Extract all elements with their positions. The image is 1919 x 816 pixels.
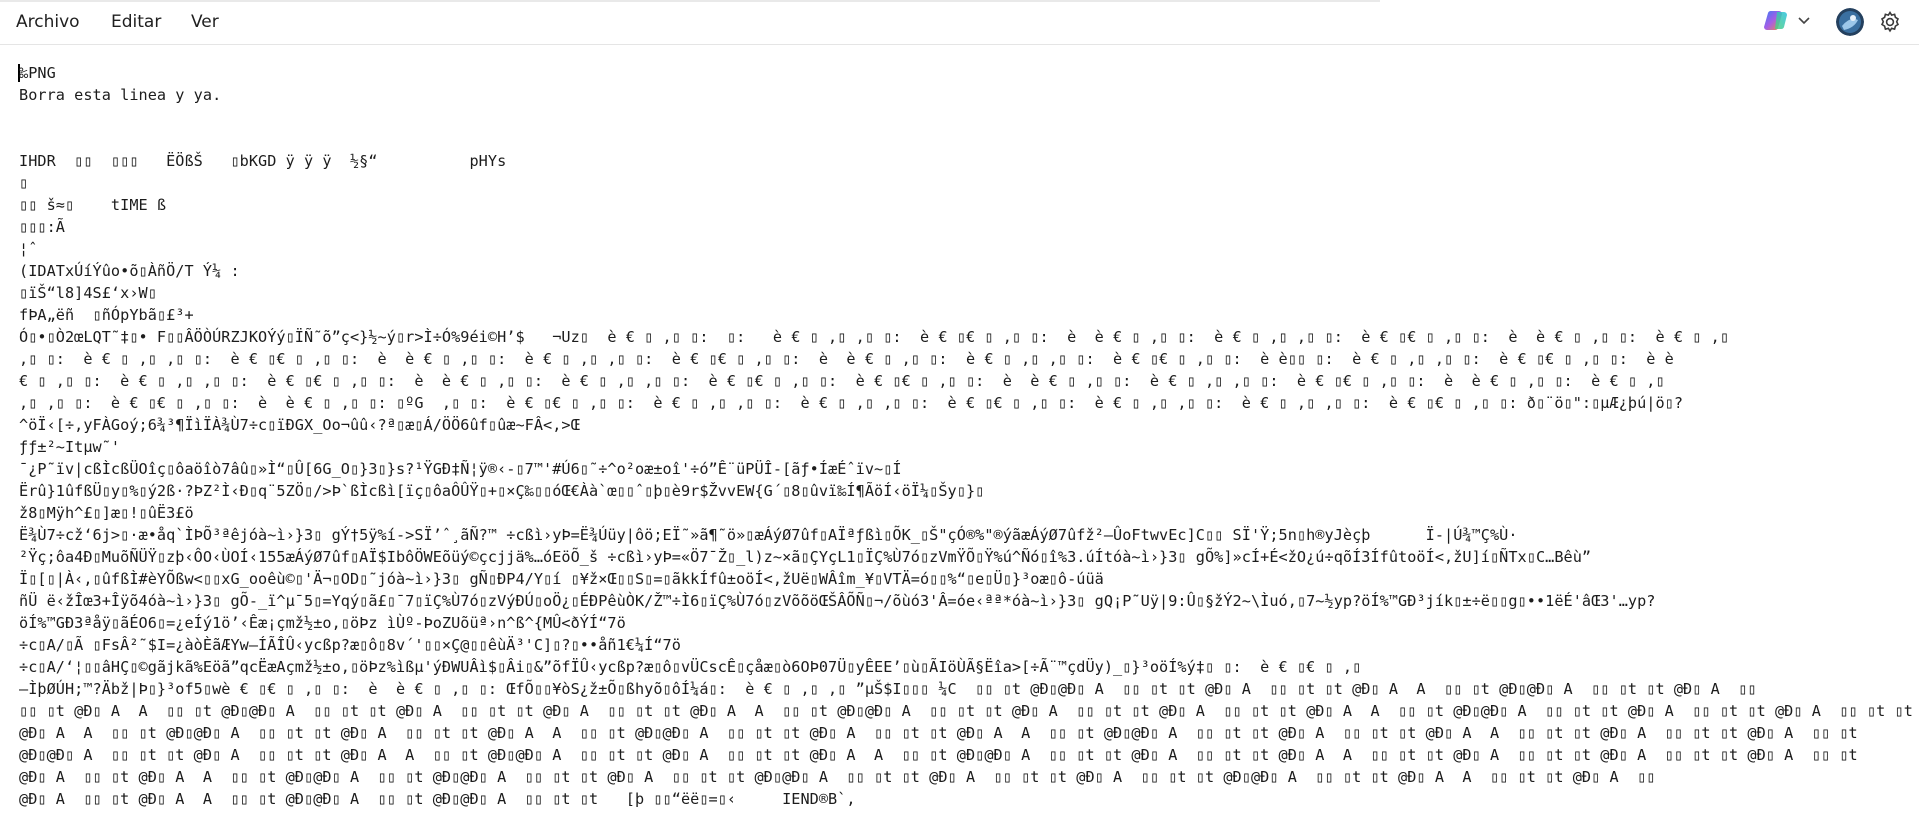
editor-line[interactable]: ▯ïŠ“l8]4S£‘x›W▯ — [19, 282, 1915, 304]
editor-line[interactable]: ,▯ ▯: è € ▯ ,▯ ,▯ ▯: è € ▯€ ▯ ,▯ ▯: è è … — [19, 348, 1915, 370]
editor-line[interactable]: ñÜ ë‹žÎœ3+Îÿõ4óà~ì›}3▯ gÕ-_ï^µ¯5▯=Yqý▯ã£… — [19, 590, 1915, 612]
editor-line[interactable]: fÞA„ëñ ▯ñÓpYbã▯£³+ — [19, 304, 1915, 326]
editor-line[interactable]: ^öÏ‹[÷,yFÀGoý;6¾³¶ÏìÏÀ¾Ù7÷c▯ïÐGX_Oo¬ûû‹?… — [19, 414, 1915, 436]
avatar[interactable] — [1836, 8, 1864, 36]
editor-line[interactable]: Borra esta linea y ya. — [19, 84, 1915, 106]
editor-line[interactable]: ▯▯ ▯t @Ð▯ A A ▯▯ ▯t @Ð▯@Ð▯ A ▯▯ ▯t ▯t @Ð… — [19, 700, 1915, 722]
editor-line[interactable]: ▯ — [19, 172, 1915, 194]
editor-line[interactable]: ,▯ ,▯ ▯: è € ▯€ ▯ ,▯ ▯: è è € ▯ ,▯ ▯: ▯º… — [19, 392, 1915, 414]
editor-line[interactable]: ‰PNG — [19, 62, 1915, 84]
editor-line[interactable]: ÷c▯A/‘¦▯▯âHÇ▯©gãjkã%Eöã”qcËæAçmž½±o,▯öÞz… — [19, 656, 1915, 678]
editor-line[interactable]: IHDR ▯▯ ▯▯▯ ËÖßŠ ▯bKGD ÿ ÿ ÿ ½§“ pHYs — [19, 150, 1915, 172]
editor-line[interactable]: ▯▯ š≈▯ tIME ß — [19, 194, 1915, 216]
editor-line[interactable]: @Ð▯ A A ▯▯ ▯t @Ð▯@Ð▯ A ▯▯ ▯t ▯t @Ð▯ A ▯▯… — [19, 722, 1915, 744]
editor-line[interactable]: (IDATxÚíÝûo•õ▯ÀñÖ/T Ý¼ : — [19, 260, 1915, 282]
menu-archivo[interactable]: Archivo — [12, 10, 84, 34]
chevron-down-icon[interactable] — [1797, 12, 1811, 26]
editor-line[interactable]: @Ð▯ A ▯▯ ▯t @Ð▯ A A ▯▯ ▯t @Ð▯@Ð▯ A ▯▯ ▯t… — [19, 788, 1915, 810]
editor-line[interactable]: ▯▯▯:Ã — [19, 216, 1915, 238]
editor-content[interactable]: ‰PNG Borra esta linea y ya. IHDR ▯▯ ▯▯▯ ËÖ… — [19, 62, 1919, 810]
editor-line[interactable]: öÍ%™GÐ3ªåÿ▯ãÉO6▯=¿eÍý1ö’‹Êæ¡çmž½±o,▯öÞz … — [19, 612, 1915, 634]
menu-ver[interactable]: Ver — [187, 10, 223, 34]
editor-line[interactable]: Ï▯[▯|À‹,▯ûfßÌ#èYÕßw<▯▯xG_ooêù©▯'Ä¬▯OD▯˜j… — [19, 568, 1915, 590]
text-editor[interactable]: ‰PNG Borra esta linea y ya. IHDR ▯▯ ▯▯▯ ËÖ… — [0, 45, 1919, 816]
editor-line[interactable]: € ▯ ,▯ ▯: è € ▯ ,▯ ,▯ ▯: è € ▯€ ▯ ,▯ ▯: … — [19, 370, 1915, 392]
gear-icon[interactable] — [1877, 9, 1903, 35]
editor-line[interactable]: —ÌþØÚH;™?Äbž|Þ▯}³of5▯wè € ▯€ ▯ ,▯ ▯: è è… — [19, 678, 1915, 700]
editor-line[interactable]: ÷c▯A/▯Ã ▯FsÂ²˜$I=¿àòÈãÆYw—ÍÃÎÛ‹ycßp?æ▯ô▯… — [19, 634, 1915, 656]
editor-line[interactable]: Ë¾Ù7÷cž‘6j>▯·æ•åq`ÌÞÕ³ªêjóà~ì›}3▯ gÝ†5ÿ%… — [19, 524, 1915, 546]
editor-line[interactable]: @Ð▯ A ▯▯ ▯t @Ð▯ A A ▯▯ ▯t @Ð▯@Ð▯ A ▯▯ ▯t… — [19, 766, 1915, 788]
title-strip — [0, 0, 1380, 2]
editor-line[interactable]: ¦ˆ — [19, 238, 1915, 260]
editor-line[interactable]: ž8▯Mÿh^£▯]æ▯!▯ûË3£ö — [19, 502, 1915, 524]
editor-line[interactable]: @Ð▯@Ð▯ A ▯▯ ▯t ▯t @Ð▯ A ▯▯ ▯t ▯t @Ð▯ A A… — [19, 744, 1915, 766]
editor-line[interactable]: ²Ÿç;ôa4Ð▯MuõÑÜŸ▯zþ‹ÔO‹ÙOÍ‹155æÁýØ7ûf▯AÏ$… — [19, 546, 1915, 568]
editor-line[interactable]: ¯¿P˜ïv|cßÌcßÜOîç▯ôaöîò7âû▯»Ì“▯Û[6G_O▯}3▯… — [19, 458, 1915, 480]
editor-line[interactable] — [19, 128, 1915, 150]
editor-line[interactable] — [19, 106, 1915, 128]
menu-editar[interactable]: Editar — [107, 10, 165, 34]
copilot-icon[interactable] — [1762, 8, 1790, 34]
editor-line[interactable]: Ó▯•▯Ò2œLQT˜‡▯• F▯▯ÂÖÒÚRZJKOÝý▯ÏÑ˜õ”ç<}½~… — [19, 326, 1915, 348]
editor-line[interactable]: Ërû}1ûfßÜ▯y▯%▯ý2ß·?ÞZ²Ì‹Ð▯q¨5ZÖ▯/>Þ`ßÌcß… — [19, 480, 1915, 502]
editor-line[interactable]: ƒƒ±²~Itµw˜' — [19, 436, 1915, 458]
menu-bar: Archivo Editar Ver — [0, 0, 1919, 45]
